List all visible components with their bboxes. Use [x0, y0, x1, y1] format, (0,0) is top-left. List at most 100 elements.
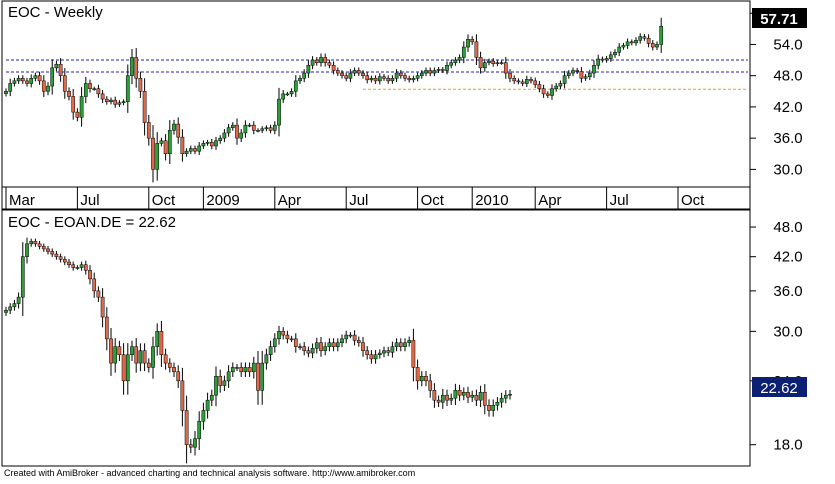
price-candle [50, 67, 55, 87]
price-candle [306, 65, 311, 74]
ratio-candle [411, 340, 416, 368]
price-candle [558, 83, 563, 87]
price-candle [579, 71, 584, 79]
price-candle [356, 70, 361, 74]
ratio-candle [289, 338, 294, 341]
ratio-candle [319, 342, 323, 351]
ratio-candle [365, 350, 370, 355]
price-candle [134, 57, 139, 79]
price-candle [352, 70, 357, 74]
price-candle [638, 36, 643, 41]
price-candle [197, 145, 202, 152]
ratio-candle [226, 371, 231, 382]
ratio-candle [369, 354, 374, 360]
price-candle [226, 127, 231, 134]
ratio-candle [88, 270, 92, 280]
ratio-candle [104, 316, 109, 340]
ratio-candle [285, 334, 290, 340]
ratio-candle [20, 256, 25, 298]
price-candle [621, 45, 626, 48]
price-candle [470, 38, 475, 43]
price-candle [151, 137, 155, 170]
price-candle [230, 124, 235, 128]
price-candle [113, 99, 118, 105]
date-axis-label: 2010 [475, 192, 508, 209]
price-candle [109, 99, 113, 102]
ratio-candle [243, 367, 248, 373]
price-candle [491, 60, 496, 64]
date-axis-label: Apr [278, 192, 301, 209]
price-y-tick-label: 54.0 [773, 36, 802, 53]
price-candle [235, 124, 239, 139]
ratio-candle [348, 334, 353, 337]
ratio-candle [37, 243, 42, 247]
ratio-pane[interactable]: EOC - EOAN.DE = 22.62 18.024.030.036.042… [1, 209, 807, 467]
price-candle [319, 57, 323, 63]
ratio-candle [167, 362, 172, 368]
ratio-candle [54, 253, 59, 257]
price-candle [117, 102, 122, 105]
ratio-candle [499, 397, 504, 403]
price-y-tick-label: 48.0 [773, 68, 802, 85]
price-candle [487, 60, 491, 63]
ratio-candle [466, 391, 470, 398]
ratio-candle [398, 342, 403, 347]
price-candle [394, 72, 399, 79]
ratio-candle [503, 394, 508, 399]
ratio-candle [33, 241, 38, 245]
price-candle [512, 78, 517, 82]
ratio-candle [130, 346, 134, 355]
ratio-candle [92, 278, 97, 292]
ratio-candle [386, 350, 391, 353]
price-candle [247, 124, 252, 127]
price-candle [474, 41, 479, 58]
price-candle [310, 59, 315, 66]
price-candle [180, 136, 185, 155]
price-candle [176, 123, 181, 138]
ratio-candle [155, 331, 160, 347]
ratio-candle [235, 367, 239, 369]
ratio-y-tick-label: 18.0 [773, 437, 802, 454]
price-candle [436, 69, 441, 71]
ratio-candle [482, 391, 487, 406]
price-candle [193, 148, 197, 152]
ratio-candle [432, 390, 437, 401]
price-candle [587, 72, 592, 77]
ratio-candle [209, 394, 214, 401]
ratio-candle [12, 303, 17, 308]
price-candle [289, 91, 294, 95]
ratio-candle [424, 376, 428, 382]
ratio-candle [62, 259, 67, 263]
price-candle [398, 72, 403, 76]
ratio-candle [327, 342, 332, 347]
ratio-candle [415, 367, 420, 382]
price-candle [453, 59, 458, 63]
ratio-candle [508, 393, 512, 396]
price-candle [167, 130, 172, 155]
date-axis-label: Jul [80, 192, 99, 209]
price-pane-title: EOC - Weekly [8, 4, 103, 21]
price-candle [335, 70, 340, 74]
ratio-candle [335, 342, 340, 347]
price-candle [482, 62, 487, 69]
price-candle [432, 70, 437, 74]
ratio-candle [138, 350, 143, 364]
price-candle [407, 78, 412, 81]
ratio-candle [256, 362, 260, 391]
price-pane[interactable]: EOC - Weekly 30.036.042.048.054.060.0 57… [1, 0, 807, 188]
price-candle [545, 93, 550, 96]
ratio-candle [146, 362, 151, 368]
price-candle [642, 36, 647, 39]
price-candle [571, 70, 575, 74]
ratio-candle [306, 350, 311, 354]
ratio-candle [361, 342, 365, 351]
ratio-candle [75, 267, 80, 269]
price-candle [516, 80, 521, 83]
ratio-candle [230, 367, 235, 373]
price-candle [268, 127, 273, 131]
price-candle [629, 41, 634, 44]
ratio-candle [8, 306, 13, 311]
price-candle [445, 65, 449, 71]
ratio-candle [222, 380, 227, 386]
ratio-candle [277, 331, 281, 340]
